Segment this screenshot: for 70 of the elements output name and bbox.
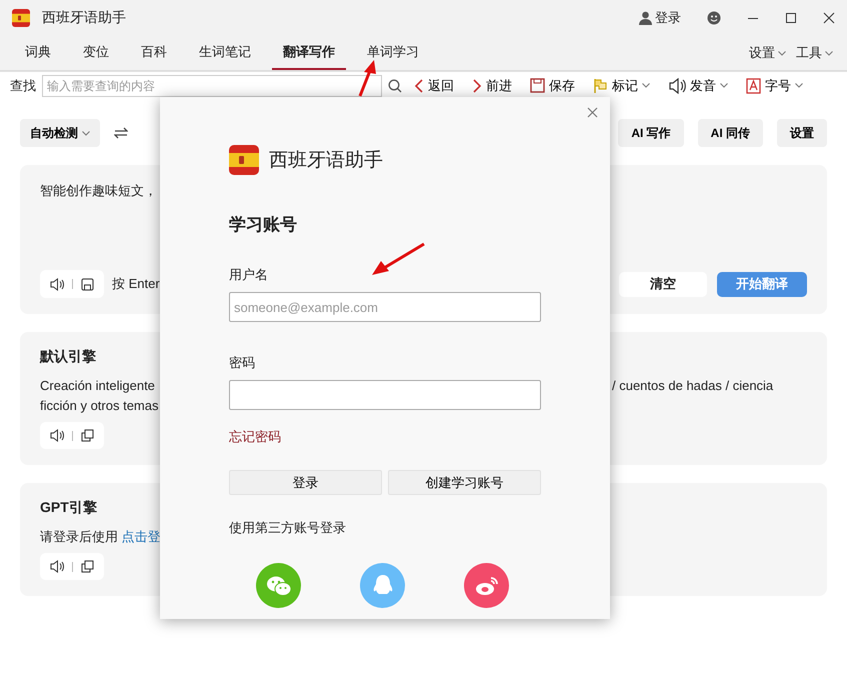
- toolbar-button[interactable]: 返回: [408, 76, 460, 94]
- save-icon[interactable]: [81, 278, 94, 290]
- engine-text: ficción y otros temas: [40, 397, 158, 415]
- annotation-arrow: [370, 242, 426, 278]
- maximize-icon[interactable]: [785, 12, 797, 24]
- nav-tab[interactable]: 生词笔记: [188, 36, 262, 70]
- caret-icon: [778, 50, 786, 56]
- annotation-arrow: [356, 58, 378, 98]
- password-field[interactable]: [229, 380, 541, 410]
- caret-icon: [825, 50, 833, 56]
- option-button[interactable]: 设置: [777, 119, 827, 147]
- toolbar-button[interactable]: 保存: [524, 76, 581, 94]
- dialog-heading: 学习账号: [229, 214, 298, 236]
- speaker-icon[interactable]: [50, 429, 64, 442]
- weibo-icon: [474, 574, 500, 596]
- save-icon: [530, 78, 545, 93]
- copy-icon[interactable]: [81, 429, 94, 442]
- user-icon: [639, 11, 652, 25]
- search-label: 查找: [10, 76, 36, 94]
- toolbar-button[interactable]: 字号: [740, 76, 809, 94]
- third-party-label: 使用第三方账号登录: [229, 519, 347, 537]
- menu-button[interactable]: 工具: [796, 36, 833, 70]
- login-link[interactable]: 点击登: [122, 529, 161, 544]
- caret-icon: [82, 130, 90, 136]
- app-logo: [12, 9, 30, 27]
- nav-tab[interactable]: 翻译写作: [272, 36, 346, 70]
- nav-tab[interactable]: 词典: [14, 36, 62, 70]
- login-button[interactable]: 登录: [229, 470, 382, 495]
- username-field[interactable]: someone@example.com: [229, 292, 541, 322]
- app-logo: [229, 145, 259, 175]
- login-button[interactable]: 登录: [639, 9, 681, 27]
- create-account-button[interactable]: 创建学习账号: [388, 470, 541, 495]
- nav-tab[interactable]: 变位: [72, 36, 120, 70]
- nav-tab[interactable]: 单词学习: [356, 36, 430, 70]
- flag-icon: [593, 78, 608, 94]
- field-label: 密码: [229, 354, 256, 372]
- input-text: 智能创作趣味短文，: [40, 182, 158, 200]
- search-field[interactable]: 输入需要查询的内容: [42, 74, 382, 96]
- back-icon: [414, 78, 424, 92]
- forgot-password-link[interactable]: 忘记密码: [229, 428, 281, 446]
- copy-icon[interactable]: [81, 560, 94, 573]
- field-label: 用户名: [229, 266, 269, 284]
- font-size-icon: [746, 78, 761, 94]
- engine-text: / cuentos de hadas / ciencia: [612, 377, 774, 395]
- menu-button[interactable]: 设置: [749, 36, 786, 70]
- forward-icon: [472, 78, 482, 92]
- speaker-icon: [668, 78, 686, 94]
- close-icon[interactable]: [823, 12, 835, 24]
- engine-title: GPT引擎: [40, 499, 97, 517]
- engine-text: 请登录后使用 点击登: [40, 528, 161, 546]
- toolbar-button[interactable]: 发音: [662, 76, 734, 94]
- app-name: 西班牙语助手: [269, 149, 383, 173]
- search-icon[interactable]: [388, 78, 402, 92]
- toolbar-button[interactable]: 前进: [466, 76, 518, 94]
- speaker-icon[interactable]: [50, 278, 64, 290]
- engine-title: 默认引擎: [40, 348, 96, 366]
- toolbar-button[interactable]: 标记: [587, 76, 656, 94]
- language-dropdown[interactable]: 自动检测: [20, 119, 100, 147]
- option-button[interactable]: AI 写作: [618, 119, 684, 147]
- wechat-icon: [266, 574, 292, 596]
- option-button[interactable]: AI 同传: [698, 119, 763, 147]
- engine-text: Creación inteligente: [40, 377, 155, 395]
- swap-icon[interactable]: [114, 127, 128, 139]
- window-title: 西班牙语助手: [42, 9, 127, 27]
- hint-text: 按 Enter: [112, 275, 160, 293]
- clear-button[interactable]: 清空: [619, 272, 707, 296]
- speaker-icon[interactable]: [50, 560, 64, 573]
- nav-tab[interactable]: 百科: [130, 36, 178, 70]
- smiley-icon[interactable]: [707, 11, 721, 25]
- weibo-login-button[interactable]: [464, 563, 509, 608]
